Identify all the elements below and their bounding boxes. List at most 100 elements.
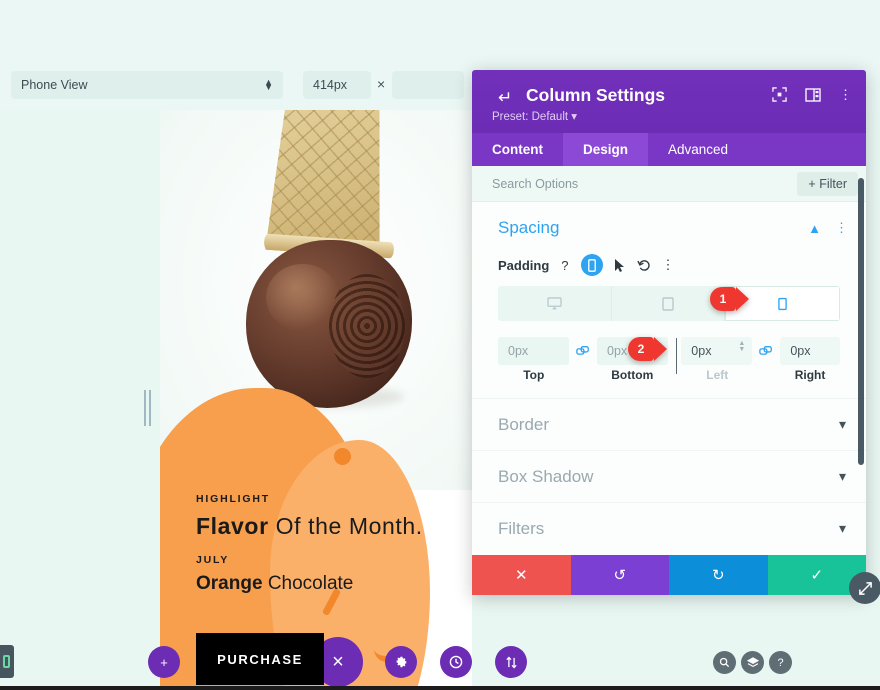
help-icon[interactable]: ? bbox=[561, 258, 568, 273]
padding-left-input[interactable]: 0px ▲ ▼ bbox=[681, 337, 753, 365]
panel-resize-handle[interactable] bbox=[849, 572, 880, 604]
handle-bar bbox=[149, 390, 151, 426]
section-border[interactable]: Border ▾ bbox=[472, 398, 866, 450]
headline-light: Of the Month. bbox=[275, 513, 423, 539]
chevron-down-icon: ▾ bbox=[571, 111, 578, 123]
hero-month: JULY bbox=[196, 554, 230, 566]
filter-button[interactable]: + Filter bbox=[797, 171, 858, 196]
close-icon: × bbox=[332, 650, 344, 673]
viewport-height-input[interactable] bbox=[392, 71, 464, 99]
padding-fields-row: 0px 0px 0px ▲ ▼ 0px bbox=[498, 337, 841, 365]
undo-button[interactable]: ↺ bbox=[570, 555, 669, 595]
flavor-light: Chocolate bbox=[267, 573, 354, 594]
phone-icon[interactable] bbox=[580, 254, 603, 276]
tab-design[interactable]: Design bbox=[563, 133, 649, 166]
padding-labels-row: Top Bottom Left Right bbox=[498, 338, 840, 382]
dimension-separator-icon: × bbox=[377, 76, 386, 92]
bottom-toolbar: + × ? bbox=[0, 637, 880, 690]
gear-icon bbox=[396, 656, 407, 668]
panel-action-bar: ✕ ↺ ↻ ✓ bbox=[472, 555, 866, 595]
handle-bar bbox=[144, 390, 146, 426]
spacing-title: Spacing bbox=[498, 218, 560, 237]
history-button[interactable] bbox=[440, 646, 472, 678]
padding-top-input[interactable]: 0px bbox=[498, 337, 570, 365]
callout-pin-2: 2 bbox=[628, 337, 667, 361]
callout-tip bbox=[654, 337, 667, 361]
spacing-section-header[interactable]: Spacing ▲ ⋮ bbox=[472, 202, 866, 244]
link-values-icon[interactable] bbox=[569, 345, 597, 358]
flavor-bold: Orange bbox=[196, 573, 263, 594]
plus-icon: + bbox=[160, 654, 168, 670]
purchase-button[interactable]: PURCHASE bbox=[196, 633, 324, 685]
section-box-shadow[interactable]: Box Shadow ▾ bbox=[472, 450, 866, 502]
device-tab-tablet[interactable] bbox=[612, 286, 726, 321]
padding-control-row: Padding ? ⋮ bbox=[472, 244, 866, 282]
section-border-label: Border bbox=[498, 414, 550, 434]
focus-icon[interactable] bbox=[772, 87, 787, 102]
section-box-shadow-label: Box Shadow bbox=[498, 466, 594, 486]
page-preview-canvas: HIGHLIGHT Flavor Of the Month. JULY Oran… bbox=[160, 110, 472, 690]
collapsed-sections: Border ▾ Box Shadow ▾ Filters ▾ bbox=[472, 398, 866, 554]
link-values-icon-2[interactable] bbox=[752, 345, 780, 358]
callout-number: 1 bbox=[710, 287, 736, 311]
filter-label: Filter bbox=[819, 176, 847, 191]
callout-number: 2 bbox=[628, 337, 654, 361]
search-input[interactable]: Search Options bbox=[492, 177, 797, 191]
updown-arrows-icon bbox=[505, 656, 517, 668]
more-vertical-icon[interactable]: ⋮ bbox=[835, 221, 848, 234]
stepper-icon[interactable]: ▲ ▼ bbox=[738, 340, 745, 353]
app-root: Phone View ▲ ▼ 414px × HIGHLIGHT Flavor … bbox=[0, 0, 880, 690]
chevron-updown-icon: ▲ ▼ bbox=[264, 77, 273, 92]
help-button[interactable]: ? bbox=[769, 651, 792, 674]
callout-tip bbox=[736, 287, 749, 311]
search-options-row: Search Options + Filter bbox=[472, 166, 866, 202]
panel-scrollbar[interactable] bbox=[858, 178, 864, 465]
section-filters[interactable]: Filters ▾ bbox=[472, 502, 866, 554]
viewport-width-input[interactable]: 414px bbox=[303, 71, 371, 99]
chevron-down-icon: ▾ bbox=[838, 468, 846, 484]
panel-header: ↵ Column Settings Preset: Default ▾ ⋮ bbox=[472, 70, 866, 133]
sort-button[interactable] bbox=[495, 646, 527, 678]
zoom-button[interactable] bbox=[713, 651, 736, 674]
view-mode-label: Phone View bbox=[21, 78, 88, 92]
chocolate-scoop-icon bbox=[246, 240, 412, 408]
tab-content[interactable]: Content bbox=[472, 133, 563, 166]
hero-kicker: HIGHLIGHT bbox=[196, 493, 270, 505]
more-vertical-icon[interactable]: ⋮ bbox=[662, 258, 675, 271]
padding-right-label: Right bbox=[794, 368, 826, 382]
layers-button[interactable] bbox=[741, 651, 764, 674]
layers-icon bbox=[746, 657, 759, 667]
padding-bottom-label: Bottom bbox=[611, 368, 654, 382]
chevron-up-icon[interactable]: ▲ bbox=[808, 221, 821, 236]
hero-headline: Flavor Of the Month. bbox=[196, 513, 423, 540]
layout-icon[interactable] bbox=[805, 87, 821, 102]
padding-right-input[interactable]: 0px bbox=[780, 337, 841, 365]
padding-right-value: 0px bbox=[790, 344, 811, 358]
device-tabs bbox=[498, 286, 840, 321]
view-mode-select[interactable]: Phone View ▲ ▼ bbox=[11, 71, 283, 99]
panel-body: Spacing ▲ ⋮ Padding ? ⋮ 0px 0px 0px ▲ ▼ … bbox=[472, 202, 866, 595]
more-vertical-icon[interactable]: ⋮ bbox=[839, 88, 852, 101]
callout-pin-1: 1 bbox=[710, 287, 749, 311]
column-settings-panel: ↵ Column Settings Preset: Default ▾ ⋮ Co… bbox=[472, 70, 866, 595]
viewport-resize-handle[interactable] bbox=[143, 390, 153, 426]
back-arrow-icon[interactable]: ↵ bbox=[498, 88, 512, 108]
tab-advanced[interactable]: Advanced bbox=[648, 133, 748, 166]
deco-dot bbox=[334, 448, 351, 465]
panel-header-actions: ⋮ bbox=[772, 87, 852, 102]
question-icon: ? bbox=[777, 656, 784, 669]
cursor-icon[interactable] bbox=[614, 258, 625, 272]
cancel-button[interactable]: ✕ bbox=[472, 555, 571, 595]
padding-left-value: 0px bbox=[691, 344, 712, 358]
device-tab-desktop[interactable] bbox=[498, 286, 612, 321]
redo-button[interactable]: ↻ bbox=[669, 555, 768, 595]
hero-flavor: Orange Chocolate bbox=[196, 573, 353, 595]
clock-icon bbox=[449, 655, 463, 669]
settings-button[interactable] bbox=[385, 646, 417, 678]
plus-icon: + bbox=[808, 176, 816, 191]
section-filters-label: Filters bbox=[498, 518, 545, 538]
panel-preset[interactable]: Preset: Default ▾ bbox=[492, 109, 577, 123]
viewport-width-value: 414px bbox=[313, 78, 348, 92]
undo-icon[interactable] bbox=[636, 259, 650, 272]
add-module-button[interactable]: + bbox=[148, 646, 180, 678]
